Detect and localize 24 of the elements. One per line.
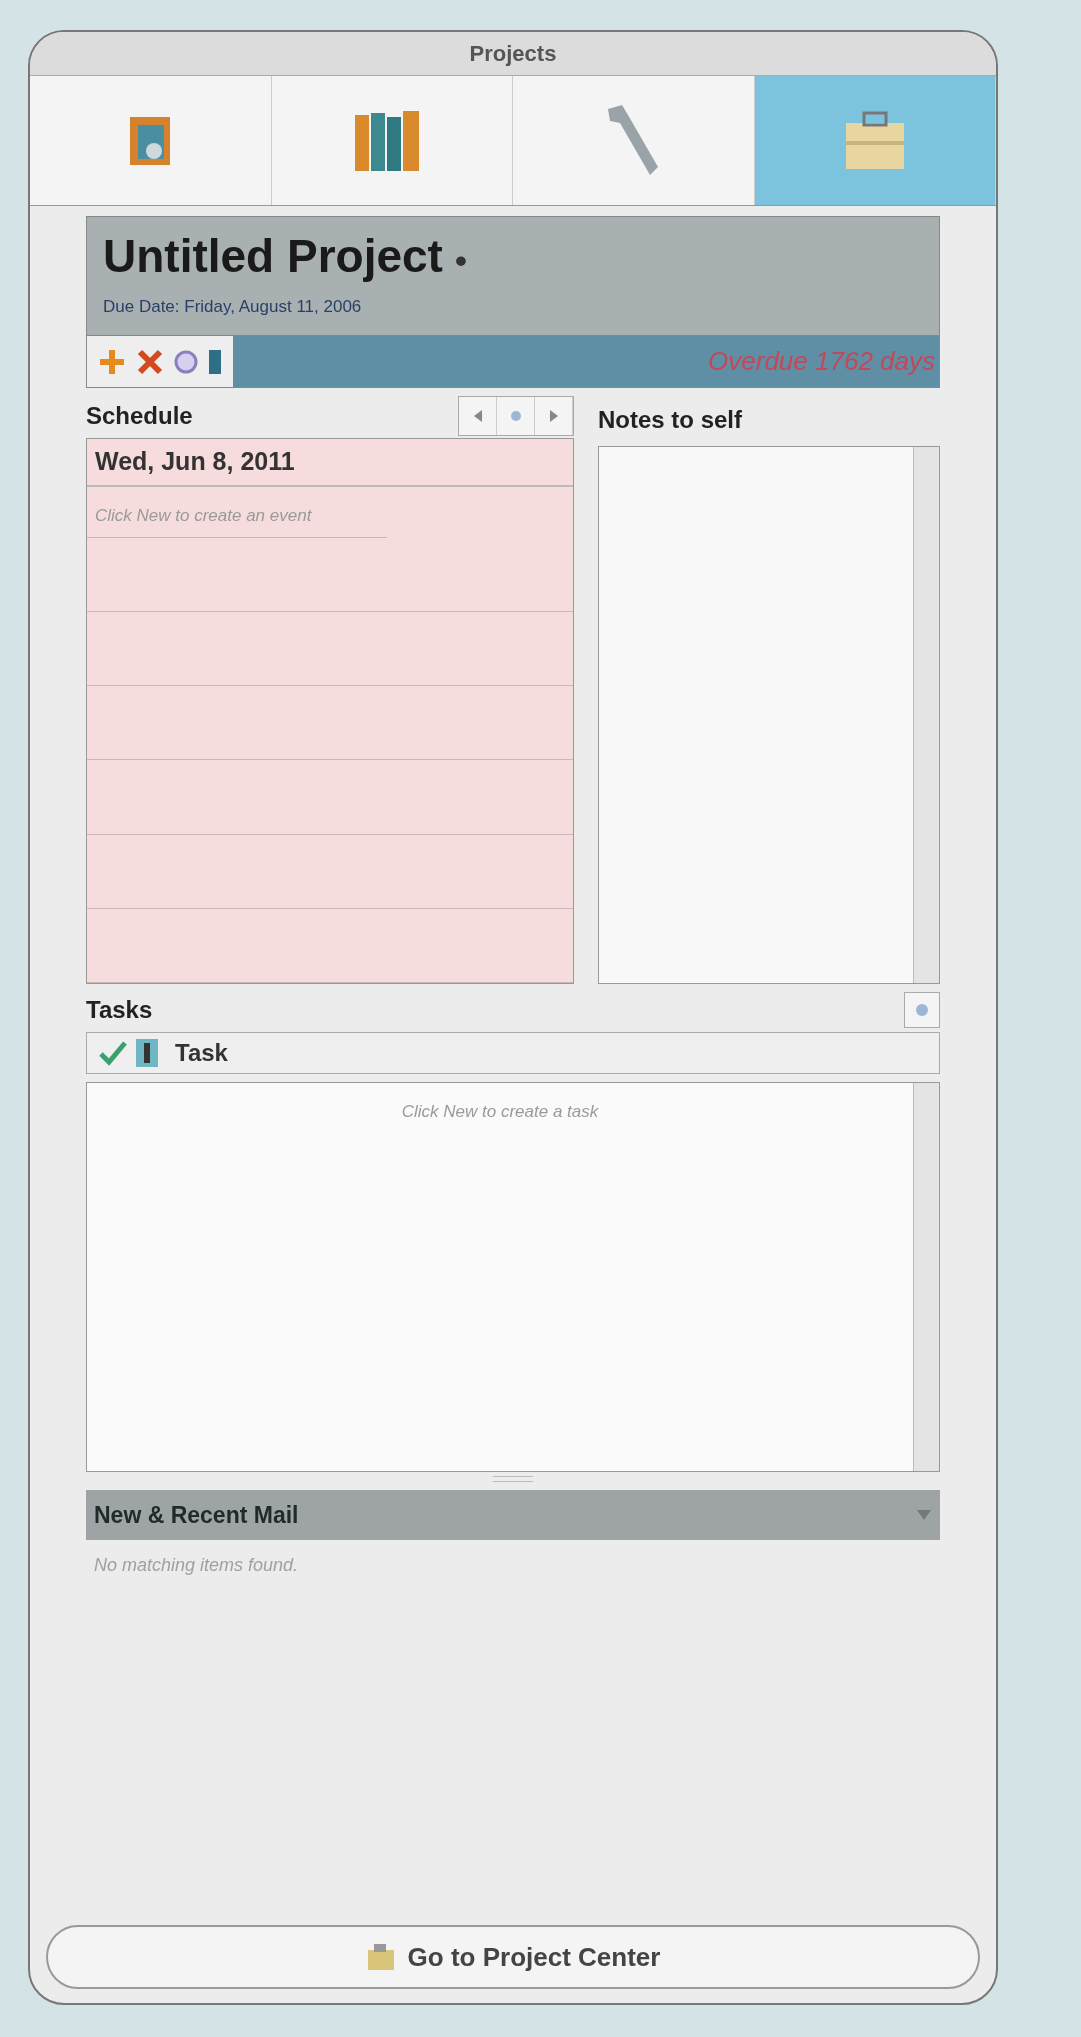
dropdown-icon[interactable]: [916, 1508, 932, 1522]
toolbar-tab[interactable]: [513, 76, 755, 205]
toolbar-tab[interactable]: [271, 76, 513, 205]
overdue-status: Overdue 1762 days: [708, 345, 935, 378]
empty-hint: Click New to create a task: [401, 1101, 599, 1123]
options-icon[interactable]: [904, 992, 940, 1028]
folder-icon: [365, 1942, 396, 1972]
section-heading: Schedule: [86, 401, 193, 431]
window-title: Projects: [469, 40, 557, 68]
column-header[interactable]: Task: [175, 1035, 228, 1071]
due-date: Due Date: Friday, August 11, 2006: [103, 295, 363, 318]
checkmark-icon: [99, 1040, 127, 1066]
priority-icon: [135, 1038, 159, 1068]
project-center-button[interactable]: Go to Project Center: [46, 1925, 980, 1989]
section-heading: Notes to self: [598, 405, 744, 435]
resize-handle[interactable]: [493, 1476, 533, 1482]
empty-hint: No matching items found.: [93, 1554, 300, 1577]
toolbar-tab[interactable]: [30, 76, 272, 205]
bullet: •: [454, 239, 467, 281]
section-heading: New & Recent Mail: [94, 1500, 299, 1530]
empty-hint: Click New to create an event: [87, 487, 387, 538]
schedule-date: Wed, Jun 8, 2011: [87, 439, 573, 487]
section-heading: Tasks: [86, 995, 153, 1025]
notes-field[interactable]: [598, 446, 940, 984]
